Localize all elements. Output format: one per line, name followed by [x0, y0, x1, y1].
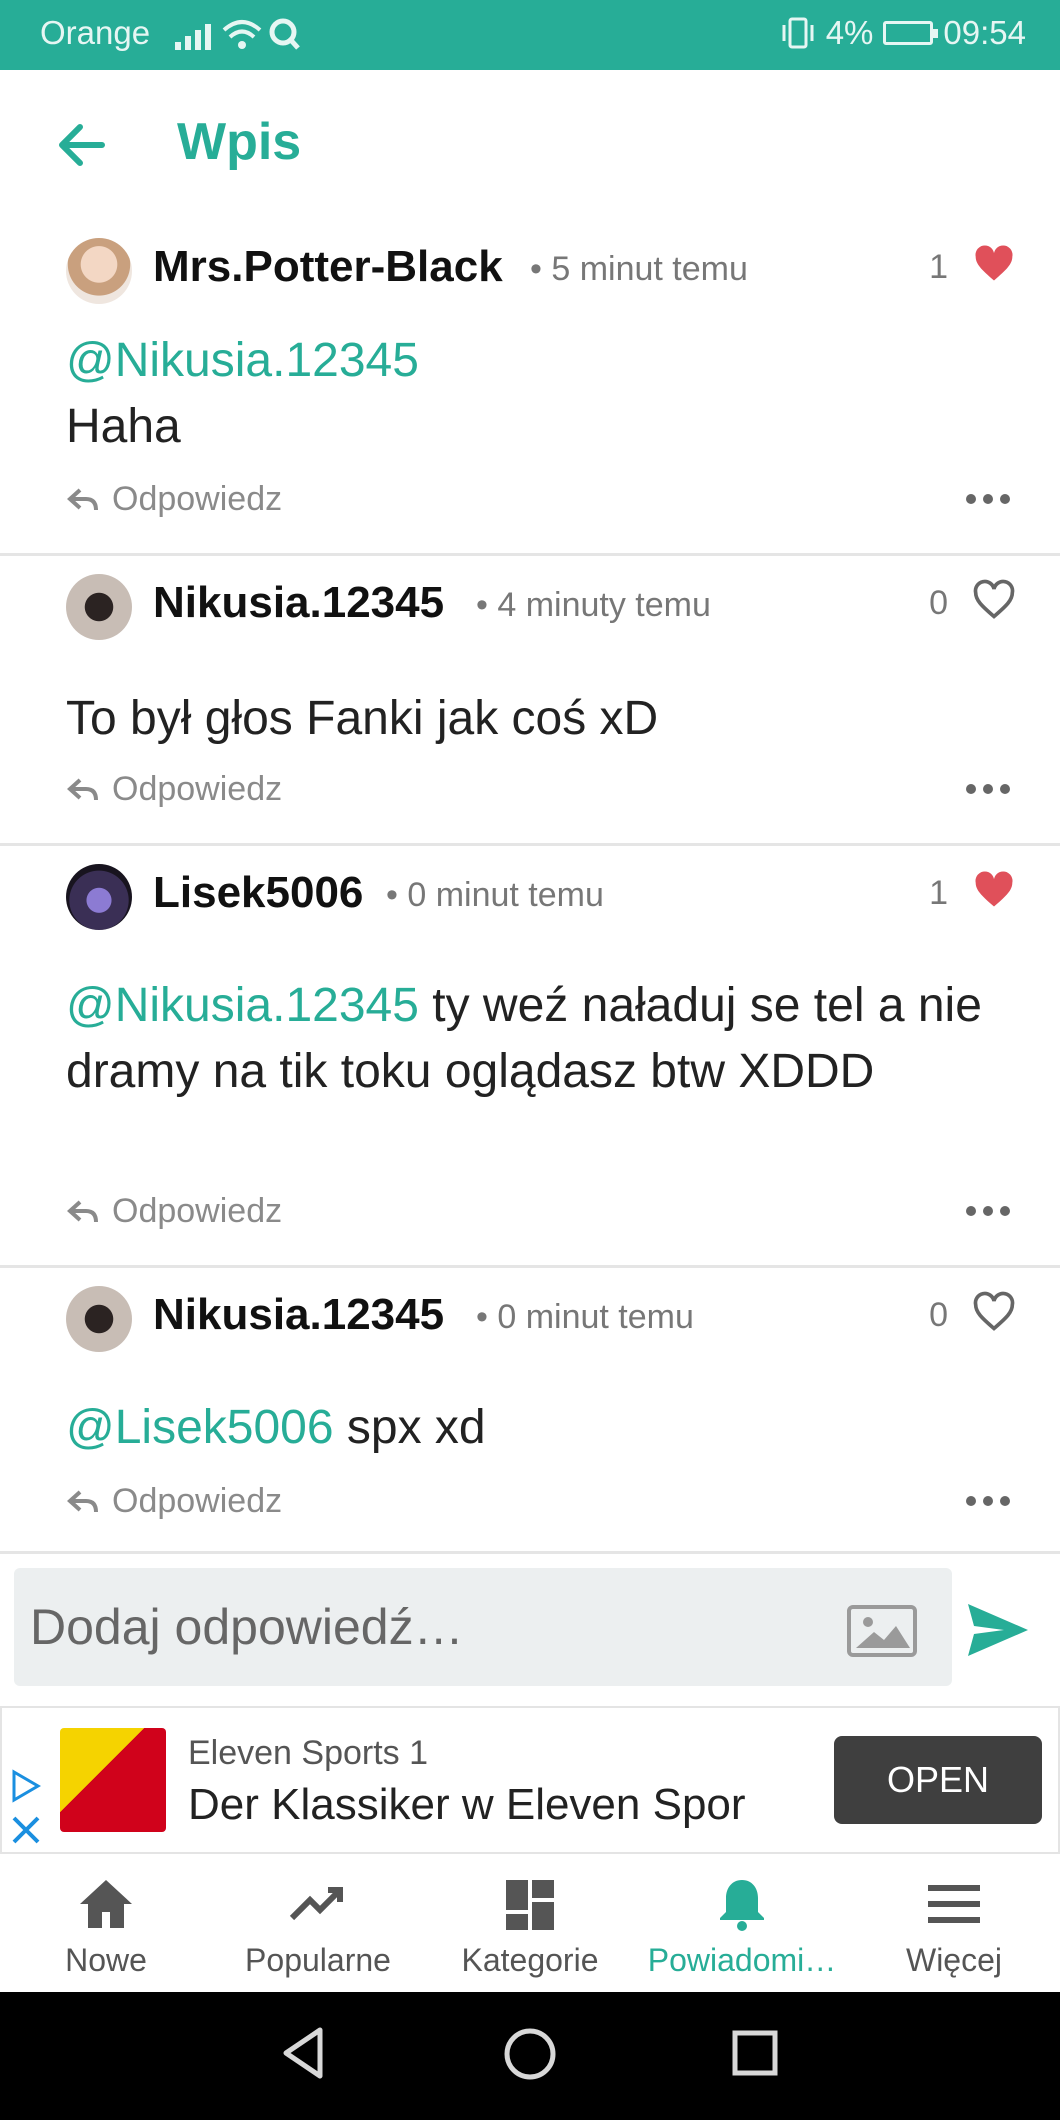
send-icon[interactable]	[964, 1600, 1032, 1660]
signal-icon	[175, 20, 211, 50]
adchoices-icon[interactable]	[8, 1768, 44, 1804]
reply-label: Odpowiedz	[112, 480, 283, 518]
reply-label: Odpowiedz	[112, 1192, 283, 1230]
reply-button[interactable]: Odpowiedz	[66, 770, 282, 809]
trending-icon	[289, 1887, 343, 1921]
more-options-icon[interactable]	[966, 1206, 1010, 1218]
nav-label: Kategorie	[461, 1942, 599, 1978]
comment-item: Mrs.Potter-Black • 5 minut temu 1 @Nikus…	[0, 220, 1060, 556]
image-attach-icon[interactable]	[846, 1604, 918, 1658]
bell-icon	[720, 1880, 764, 1931]
reply-label: Odpowiedz	[112, 770, 283, 808]
close-icon[interactable]	[8, 1812, 44, 1848]
nav-label: Więcej	[905, 1942, 1002, 1978]
search-app-icon	[269, 18, 300, 50]
like-count: 1	[929, 248, 948, 286]
dashboard-icon	[506, 1880, 554, 1930]
nav-item-popularne[interactable]: Popularne	[212, 1854, 424, 1992]
comment-author[interactable]: Mrs.Potter-Black	[153, 242, 503, 292]
comment-body: @Lisek5006 spx xd	[66, 1395, 1006, 1461]
reply-input-placeholder: Dodaj odpowiedź…	[30, 1599, 464, 1655]
avatar[interactable]	[66, 238, 132, 304]
like-count: 0	[929, 584, 948, 622]
reply-arrow-icon	[67, 778, 98, 800]
heart-outline-icon[interactable]	[972, 578, 1016, 622]
comment-item: Nikusia.12345 • 4 minuty temu 0 To był g…	[0, 556, 1060, 846]
heart-filled-icon[interactable]	[972, 868, 1016, 912]
like-count: 1	[929, 874, 948, 912]
page-title: Wpis	[177, 113, 302, 171]
reply-button[interactable]: Odpowiedz	[66, 480, 282, 519]
ad-thumbnail[interactable]	[60, 1728, 166, 1832]
ad-open-button[interactable]: OPEN	[834, 1736, 1042, 1824]
home-icon	[80, 1880, 132, 1928]
comment-author[interactable]: Nikusia.12345	[153, 578, 444, 628]
nav-item-powiadomienia[interactable]: Powiadomi…	[636, 1854, 848, 1992]
bottom-navigation: Nowe Popularne Kategorie Powiadomi… Więc…	[0, 1854, 1060, 1992]
nav-label: Powiadomi…	[647, 1942, 837, 1978]
reply-label: Odpowiedz	[112, 1482, 283, 1520]
menu-icon	[928, 1885, 980, 1923]
comment-time: • 4 minuty temu	[476, 586, 711, 624]
carrier-name: Orange	[40, 14, 151, 51]
system-home-icon[interactable]	[502, 2026, 558, 2082]
comment-time: • 5 minut temu	[530, 250, 748, 288]
reply-arrow-icon	[67, 1490, 98, 1512]
comment-author[interactable]: Lisek5006	[153, 868, 363, 918]
comment-time: • 0 minut temu	[386, 876, 604, 914]
nav-label: Popularne	[245, 1942, 391, 1978]
battery-percent: 4%	[825, 14, 874, 51]
status-bar: Orange 4% 09:54	[0, 0, 1060, 70]
more-options-icon[interactable]	[966, 1496, 1010, 1508]
comment-text: Haha	[66, 400, 181, 453]
comment-body: @Nikusia.12345 ty weź naładuj se tel a n…	[66, 973, 1006, 1105]
comment-text: spx xd	[333, 1401, 486, 1454]
reply-input[interactable]: Dodaj odpowiedź…	[14, 1568, 952, 1686]
more-options-icon[interactable]	[966, 494, 1010, 506]
battery-icon	[883, 21, 939, 45]
back-arrow-icon[interactable]	[52, 115, 112, 175]
ad-title[interactable]: Eleven Sports 1	[188, 1734, 428, 1773]
avatar[interactable]	[66, 1286, 132, 1352]
mention-link[interactable]: @Lisek5006	[66, 1401, 334, 1454]
comment-time: • 0 minut temu	[476, 1298, 694, 1336]
vibrate-icon	[782, 17, 814, 49]
reply-button[interactable]: Odpowiedz	[66, 1192, 282, 1231]
avatar[interactable]	[66, 864, 132, 930]
app-header: Wpis	[0, 70, 1060, 210]
wifi-icon	[222, 20, 262, 49]
heart-outline-icon[interactable]	[972, 1290, 1016, 1334]
nav-item-wiecej[interactable]: Więcej	[848, 1854, 1060, 1992]
nav-item-nowe[interactable]: Nowe	[0, 1854, 212, 1992]
ad-text[interactable]: Der Klassiker w Eleven Spor	[188, 1780, 792, 1830]
comment-item: Nikusia.12345 • 0 minut temu 0 @Lisek500…	[0, 1268, 1060, 1554]
comment-item: Lisek5006 • 0 minut temu 1 @Nikusia.1234…	[0, 846, 1060, 1268]
system-navigation-bar	[0, 1992, 1060, 2120]
reply-arrow-icon	[67, 488, 98, 510]
avatar[interactable]	[66, 574, 132, 640]
mention-link[interactable]: @Nikusia.12345	[66, 334, 419, 387]
mention-link[interactable]: @Nikusia.12345	[66, 979, 419, 1032]
clock: 09:54	[943, 14, 1026, 51]
comment-text: To był głos Fanki jak coś xD	[66, 692, 659, 745]
system-back-icon[interactable]	[280, 2026, 326, 2080]
system-recents-icon[interactable]	[730, 2028, 780, 2078]
nav-label: Nowe	[65, 1942, 147, 1978]
ad-banner[interactable]: Eleven Sports 1 Der Klassiker w Eleven S…	[0, 1706, 1060, 1854]
reply-arrow-icon	[67, 1200, 98, 1222]
comment-body: @Nikusia.12345 Haha	[66, 328, 1006, 460]
comment-body: To był głos Fanki jak coś xD	[66, 686, 1006, 752]
heart-filled-icon[interactable]	[972, 242, 1016, 286]
more-options-icon[interactable]	[966, 784, 1010, 796]
nav-item-kategorie[interactable]: Kategorie	[424, 1854, 636, 1992]
comment-author[interactable]: Nikusia.12345	[153, 1290, 444, 1340]
reply-button[interactable]: Odpowiedz	[66, 1482, 282, 1521]
like-count: 0	[929, 1296, 948, 1334]
